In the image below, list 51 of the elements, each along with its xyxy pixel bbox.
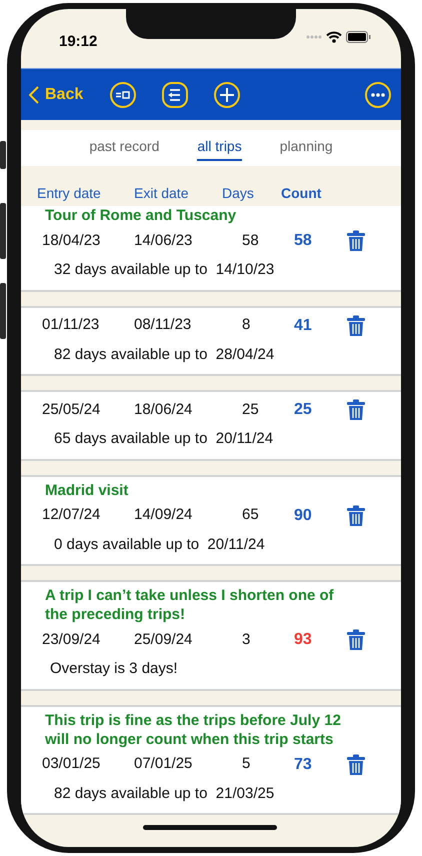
- back-button[interactable]: Back: [29, 82, 84, 106]
- column-header: Exit date: [134, 184, 190, 203]
- exit-date: 07/01/25: [134, 754, 194, 774]
- trip-count: 93: [294, 630, 313, 650]
- days-count: 58: [242, 230, 260, 251]
- outdent-icon[interactable]: [162, 82, 188, 108]
- trip-title: A trip I can’t take unless I shorten one of the preceding trips!: [44, 586, 335, 625]
- tab[interactable]: planning: [280, 136, 333, 160]
- trip-count: 73: [294, 754, 313, 774]
- chevron-icon: [29, 86, 39, 104]
- column-header: Count: [281, 184, 322, 203]
- trip-note: Overstay is 3 days!: [49, 659, 179, 679]
- entry-date: 23/09/24: [42, 630, 102, 650]
- days-count: 3: [242, 630, 252, 650]
- trip-note: 32 days available up to 14/10/23: [53, 260, 276, 280]
- exit-date: 14/06/23: [134, 230, 194, 251]
- days-count: 5: [242, 754, 252, 774]
- entry-date: 12/07/24: [42, 505, 102, 526]
- trip-count: 90: [294, 506, 313, 526]
- trip-title: Tour of Rome and Tuscany: [44, 206, 238, 226]
- trip-count: 41: [294, 316, 313, 336]
- days-count: 65: [242, 505, 260, 526]
- trip-title: Madrid visit: [44, 480, 130, 500]
- days-count: 8: [242, 315, 252, 336]
- trip-title: This trip is fine as the trips before July 12 will no longer count when this trip starts: [44, 710, 342, 750]
- trip-count: 25: [294, 400, 313, 420]
- battery-icon: [346, 31, 371, 43]
- column-header: Days: [222, 184, 255, 203]
- exit-date: 08/11/23: [134, 315, 192, 336]
- exit-date: 25/09/24: [134, 630, 194, 650]
- entry-date: 25/05/24: [42, 400, 102, 420]
- trip-note: 82 days available up to 28/04/24: [53, 344, 276, 364]
- entry-date: 18/04/23: [42, 230, 102, 251]
- add-icon[interactable]: [214, 82, 240, 108]
- list-view-icon[interactable]: [110, 82, 136, 108]
- trip-note: 0 days available up to 20/11/24: [53, 534, 266, 554]
- trip-note: 65 days available up to 20/11/24: [53, 429, 274, 449]
- days-count: 25: [242, 400, 260, 420]
- entry-date: 01/11/23: [42, 315, 100, 336]
- entry-date: 03/01/25: [42, 754, 102, 774]
- status-time: 19:12: [59, 32, 98, 52]
- more-icon[interactable]: [365, 82, 391, 108]
- tab[interactable]: past record: [89, 136, 160, 160]
- trip-note: 82 days available up to 21/03/25: [53, 784, 276, 804]
- tab[interactable]: all trips: [197, 136, 242, 160]
- exit-date: 18/06/24: [134, 400, 194, 420]
- column-header: Entry date: [37, 184, 102, 203]
- wifi-icon: [326, 31, 342, 43]
- trip-count: 58: [294, 231, 313, 251]
- signal-icon: [306, 35, 322, 39]
- exit-date: 14/09/24: [134, 505, 194, 526]
